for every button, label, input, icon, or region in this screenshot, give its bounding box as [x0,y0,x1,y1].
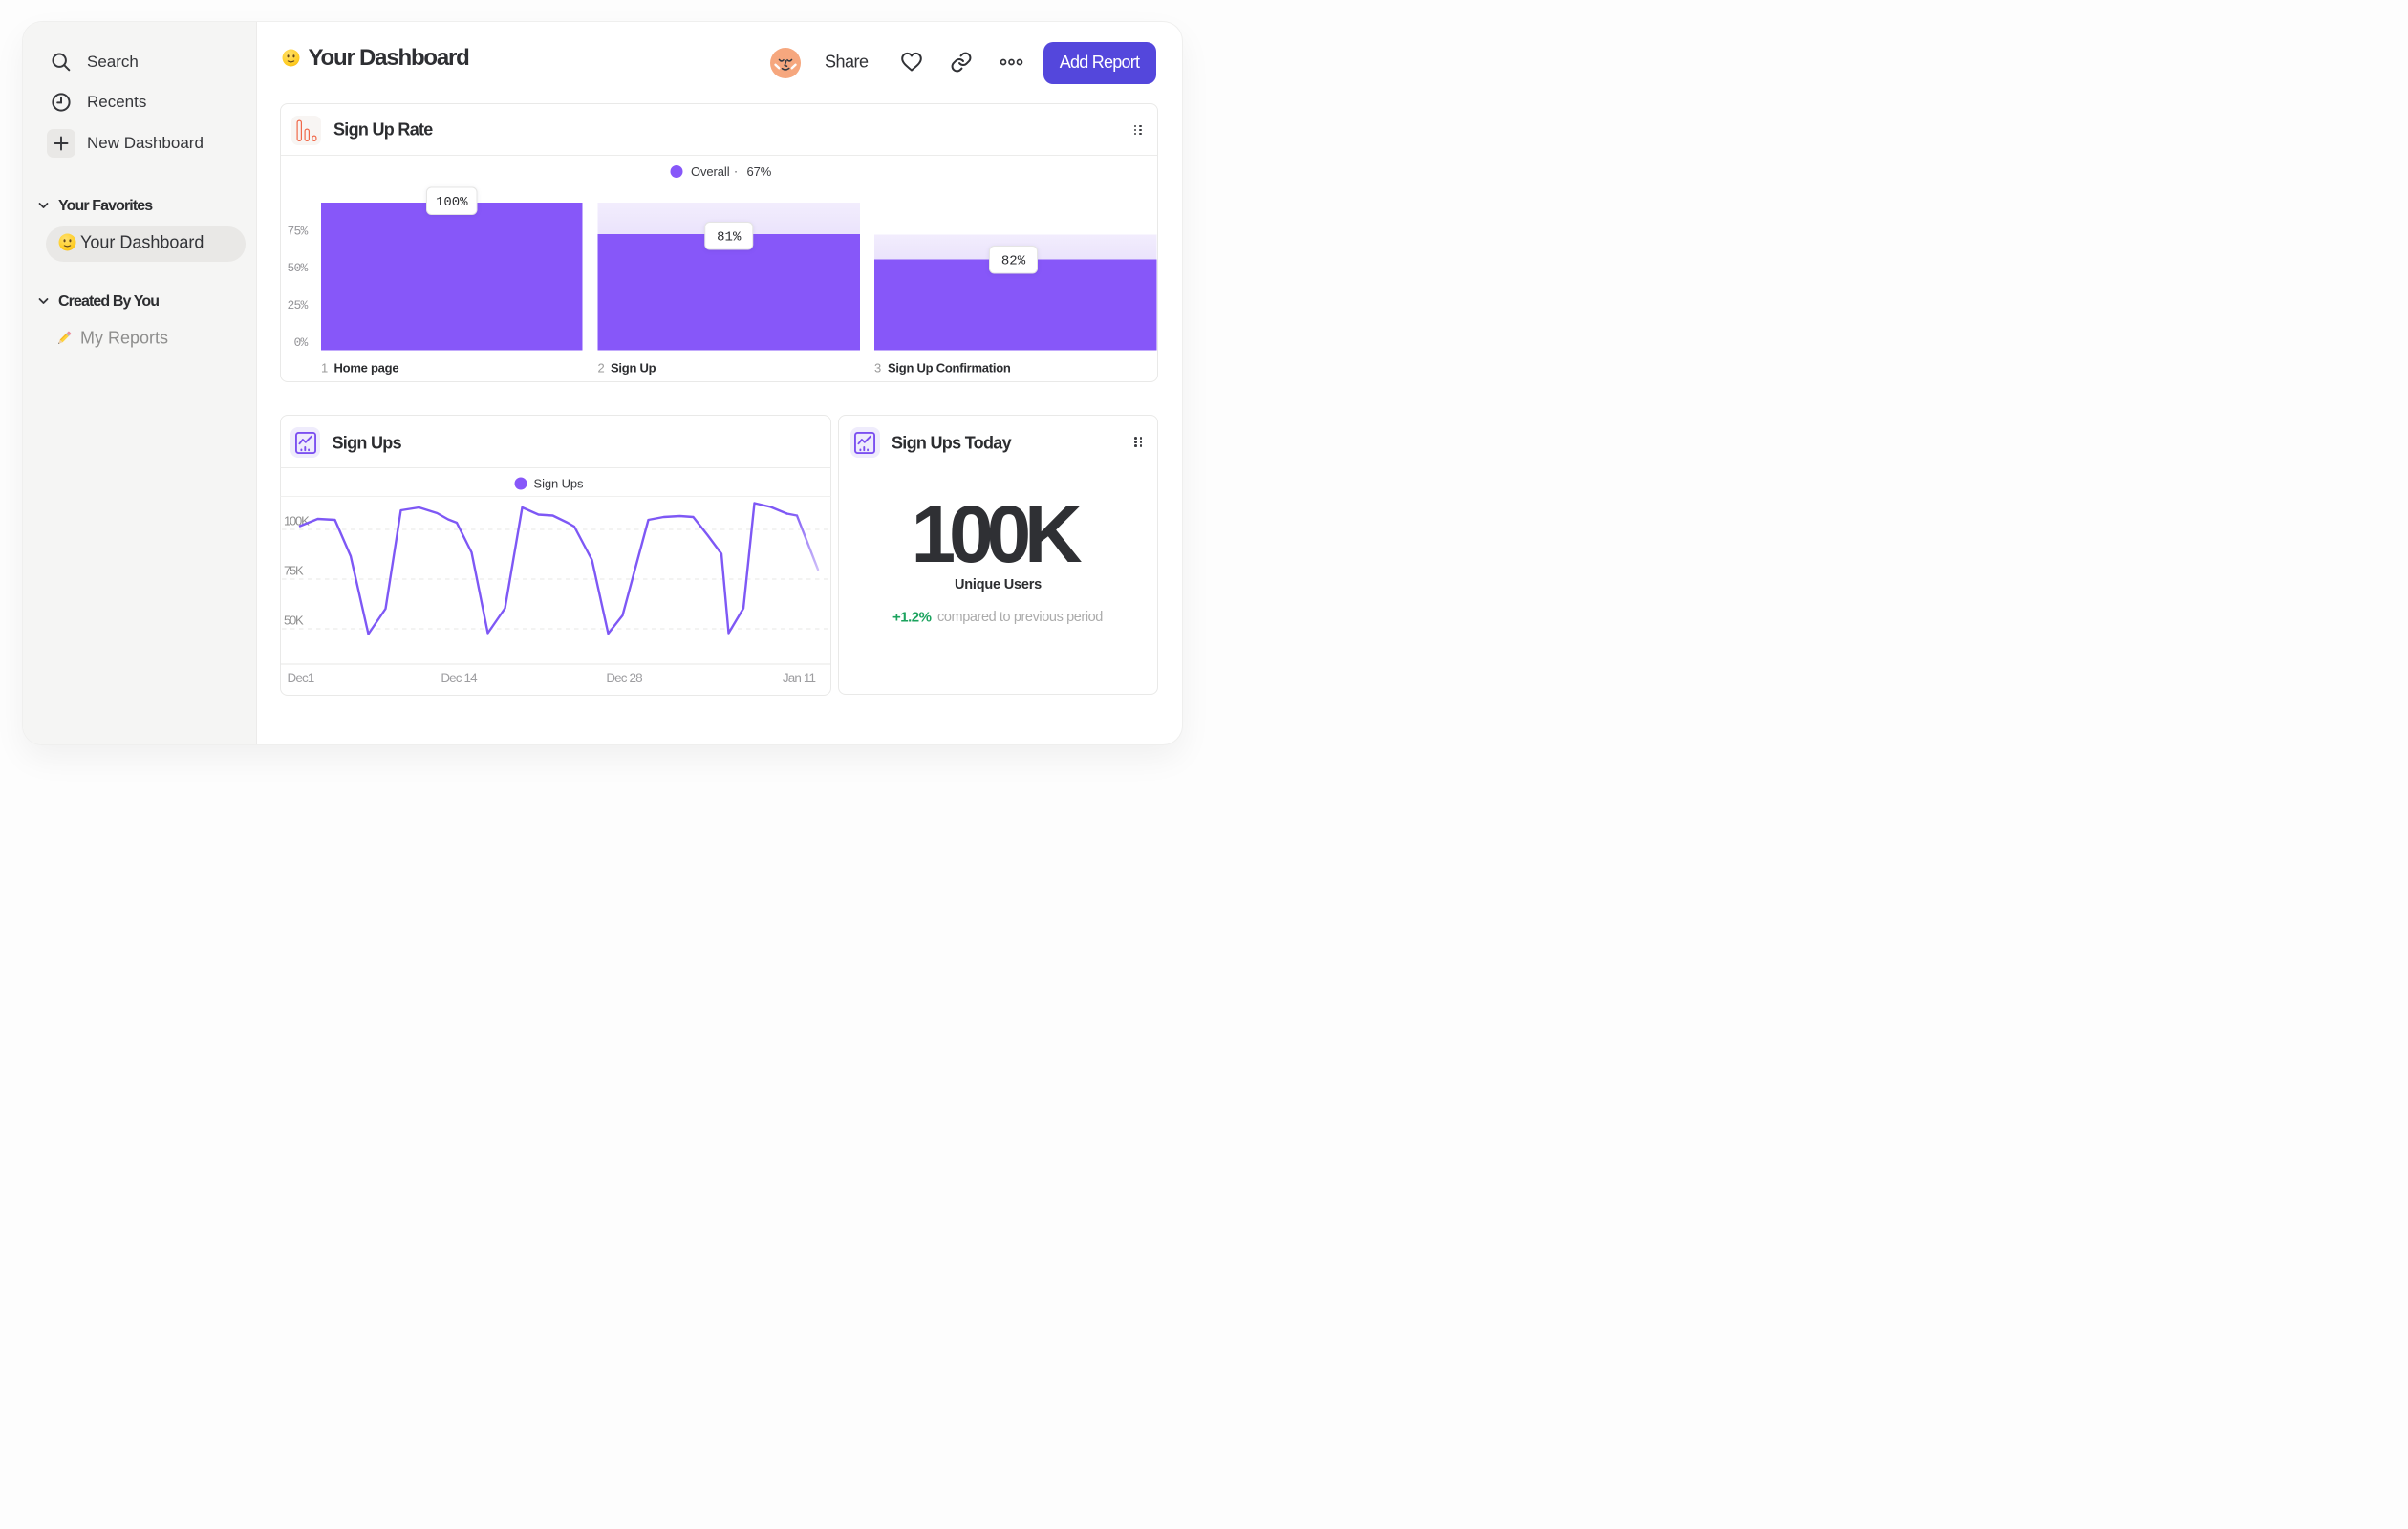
svg-text:75K: 75K [284,563,304,577]
svg-text:2: 2 [598,360,605,375]
svg-text:·: · [734,163,738,178]
svg-text:81%: 81% [717,229,742,245]
svg-text:75%: 75% [287,224,308,238]
svg-text:25%: 25% [287,298,308,312]
svg-text:100K: 100K [284,513,310,528]
svg-text:Jan 11: Jan 11 [782,671,815,685]
svg-text:Dec 28: Dec 28 [606,671,642,685]
svg-text:100%: 100% [436,195,468,210]
svg-text:82%: 82% [1001,253,1026,269]
svg-text:Sign Up Confirmation: Sign Up Confirmation [888,360,1011,375]
svg-text:0%: 0% [293,335,308,350]
svg-text:50%: 50% [287,261,308,275]
svg-text:Sign Ups: Sign Ups [533,476,584,490]
svg-text:67%: 67% [747,164,772,179]
svg-text:Overall: Overall [691,164,730,179]
svg-text:Sign Up: Sign Up [611,360,656,375]
svg-text:Dec1: Dec1 [287,671,313,685]
svg-text:3: 3 [874,360,881,375]
svg-text:50K: 50K [284,613,304,627]
svg-text:1: 1 [321,360,328,375]
svg-text:Dec 14: Dec 14 [441,671,478,685]
svg-text:Home page: Home page [334,360,399,375]
